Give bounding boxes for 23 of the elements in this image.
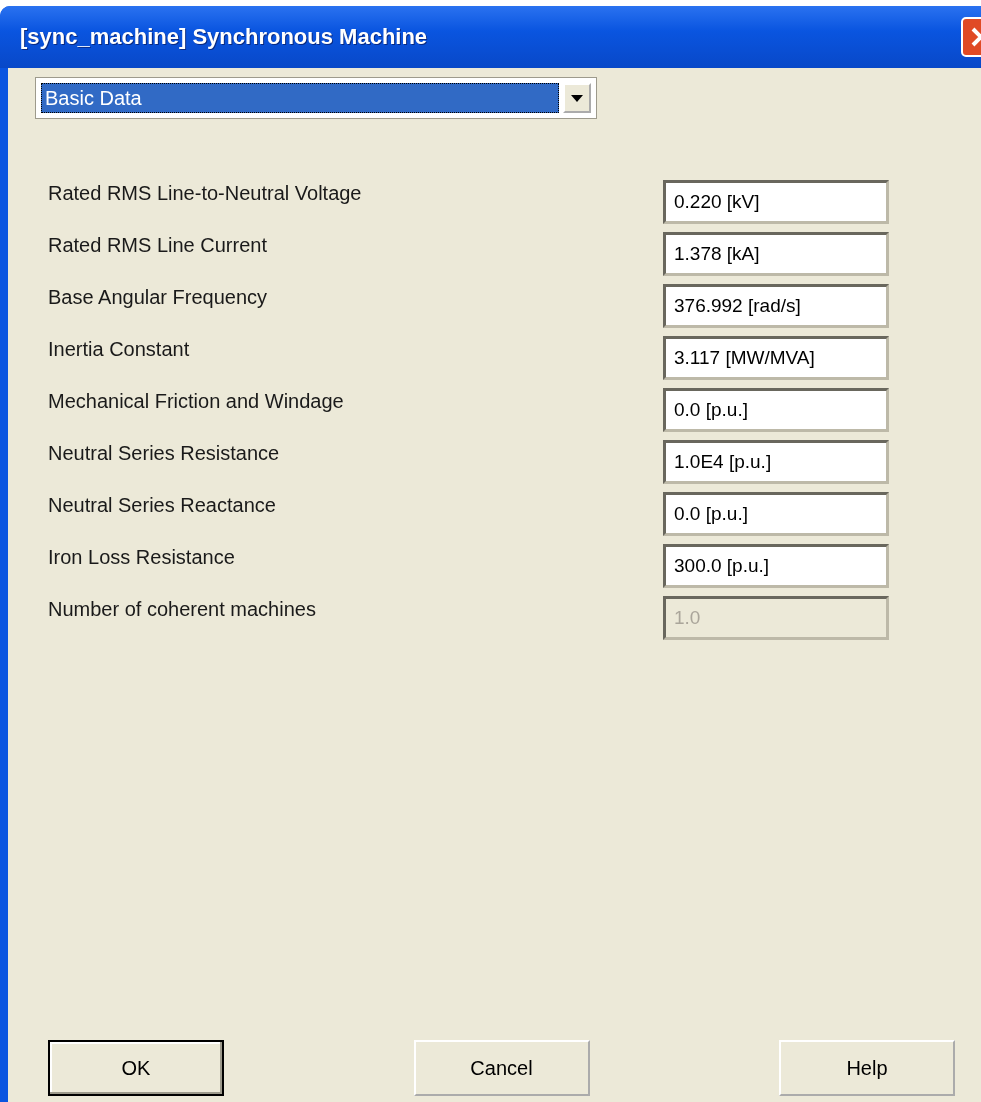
dialog-button[interactable]: Help <box>779 1040 955 1096</box>
field-label: Rated RMS Line-to-Neutral Voltage <box>48 181 363 205</box>
field-label: Iron Loss Resistance <box>48 545 236 569</box>
field-label: Neutral Series Resistance <box>48 441 281 465</box>
dialog-button[interactable]: Cancel <box>413 1040 590 1096</box>
dialog-button[interactable]: OK <box>48 1040 224 1096</box>
input-field[interactable]: 3.117 [MW/MVA] <box>663 336 889 380</box>
field-label: Mechanical Friction and Windage <box>48 389 345 413</box>
caret-icon <box>571 94 583 102</box>
field-label: Number of coherent machines <box>48 597 317 621</box>
input-field[interactable]: 0.220 [kV] <box>663 180 889 224</box>
input-field[interactable]: 376.992 [rad/s] <box>663 284 889 328</box>
input-field[interactable]: 1.0E4 [p.u.] <box>663 440 889 484</box>
window-title: [sync_machine] Synchronous Machine <box>20 24 429 50</box>
input-field[interactable]: 0.0 [p.u.] <box>663 492 889 536</box>
input-field[interactable]: 1.378 [kA] <box>663 232 889 276</box>
field-label: Inertia Constant <box>48 337 191 361</box>
input-field[interactable]: 0.0 [p.u.] <box>663 388 889 432</box>
page-dropdown[interactable]: Basic Data <box>36 78 596 118</box>
field-label: Rated RMS Line Current <box>48 233 268 257</box>
field-label: Base Angular Frequency <box>48 285 269 309</box>
field-label: Neutral Series Reactance <box>48 493 277 517</box>
input-field[interactable]: 300.0 [p.u.] <box>663 544 889 588</box>
